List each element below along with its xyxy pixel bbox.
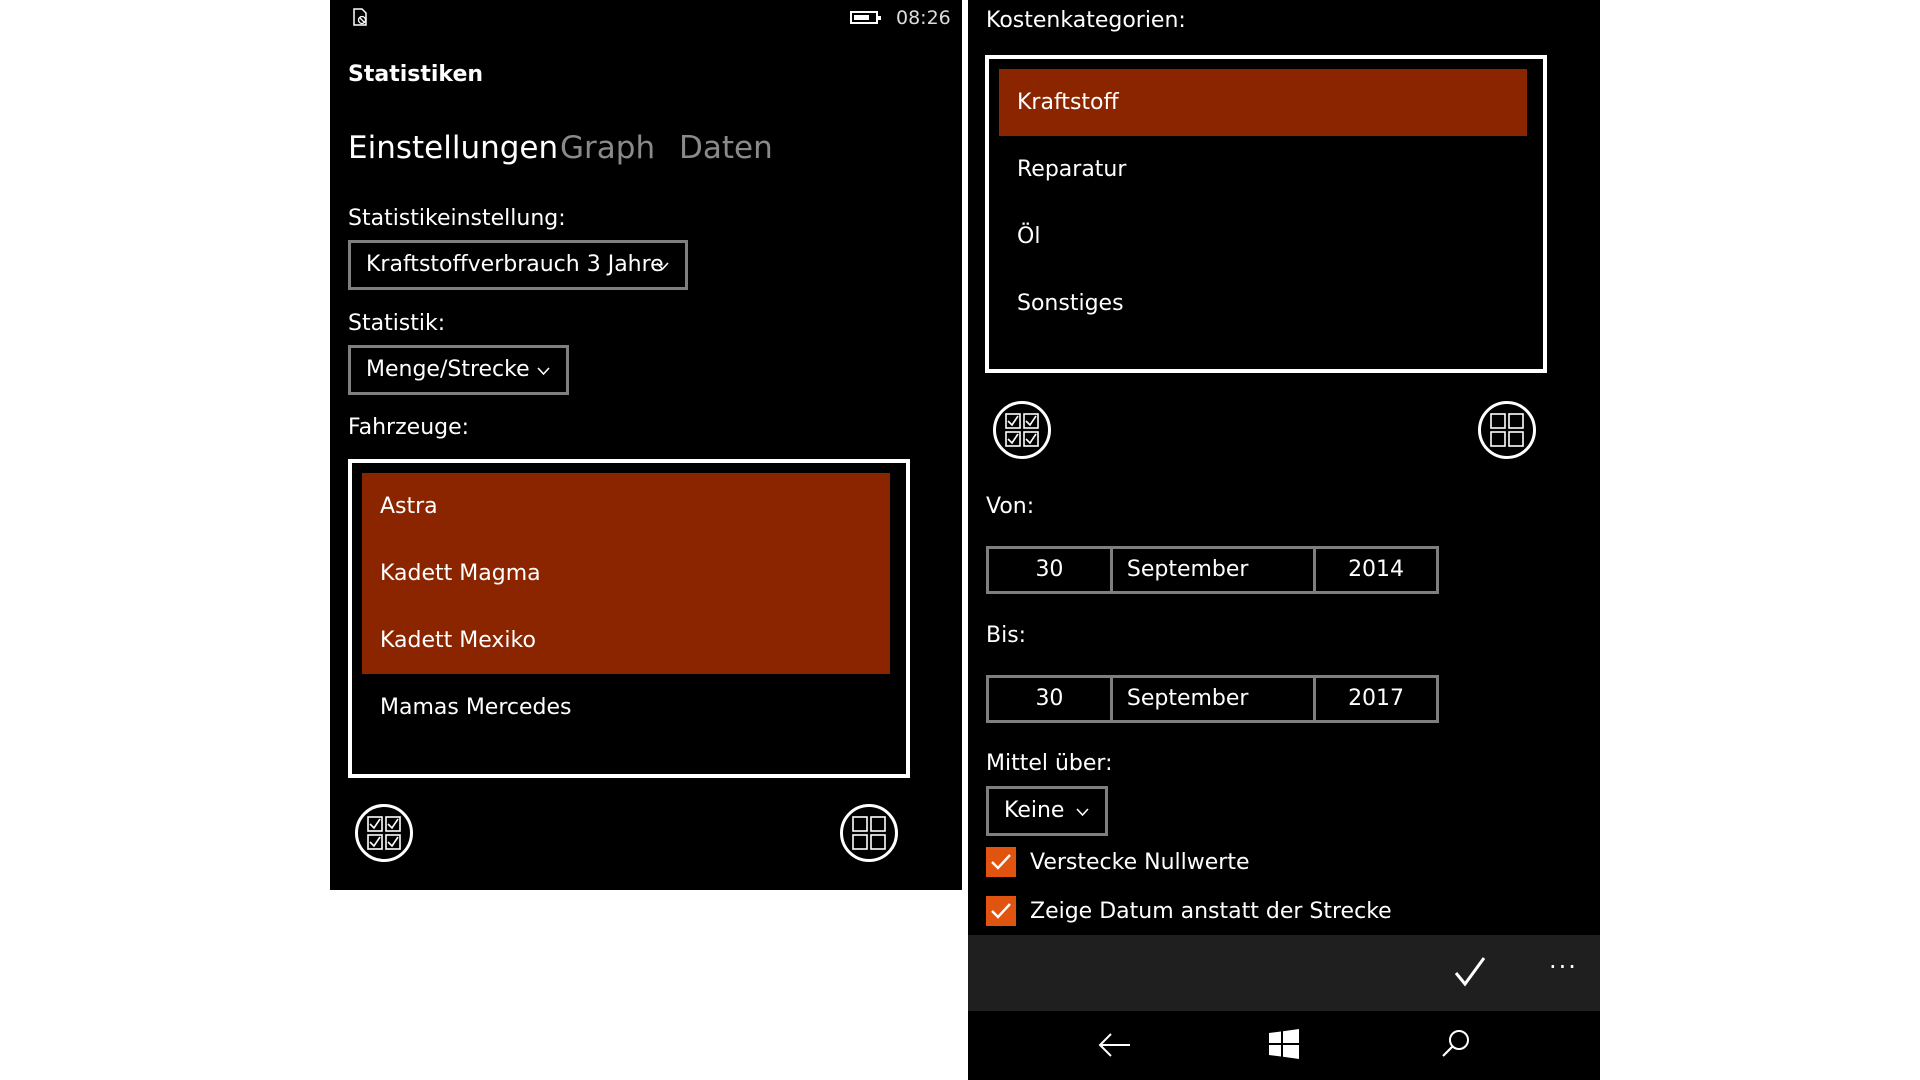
right-screen: Kostenkategorien: Kraftstoff Reparatur Ö… — [968, 0, 1600, 1080]
settings-label: Statistikeinstellung: — [348, 206, 566, 231]
back-icon[interactable] — [1098, 1032, 1132, 1058]
select-all-icon — [367, 816, 401, 850]
clock: 08:26 — [896, 7, 951, 29]
average-dropdown-value: Keine — [1004, 798, 1065, 823]
search-icon[interactable] — [1440, 1028, 1472, 1060]
stat-dropdown-value: Menge/Strecke — [366, 357, 530, 382]
settings-dropdown-value: Kraftstoffverbrauch 3 Jahre — [366, 252, 664, 277]
list-item-kadett-mexiko[interactable]: Kadett Mexiko — [362, 607, 890, 674]
average-label: Mittel über: — [986, 751, 1113, 776]
to-day[interactable]: 30 — [989, 678, 1113, 720]
to-year[interactable]: 2017 — [1316, 678, 1436, 720]
left-screen: 08:26 Statistiken Einstellungen Graph Da… — [330, 0, 962, 890]
show-date-label: Zeige Datum anstatt der Strecke — [1030, 898, 1392, 924]
vehicles-list: Astra Kadett Magma Kadett Mexiko Mamas M… — [348, 459, 910, 778]
list-item-sonstiges[interactable]: Sonstiges — [999, 270, 1527, 337]
from-year[interactable]: 2014 — [1316, 549, 1436, 591]
hide-zero-checkbox[interactable] — [986, 847, 1016, 877]
list-item-reparatur[interactable]: Reparatur — [999, 136, 1527, 203]
chevron-down-icon — [656, 262, 669, 271]
settings-dropdown[interactable]: Kraftstoffverbrauch 3 Jahre — [348, 240, 688, 290]
hide-zero-label: Verstecke Nullwerte — [1030, 849, 1250, 875]
list-item-oel[interactable]: Öl — [999, 203, 1527, 270]
list-item-kadett-magma[interactable]: Kadett Magma — [362, 540, 890, 607]
chevron-down-icon — [1076, 808, 1089, 817]
grid-icon — [1490, 413, 1524, 447]
more-icon[interactable]: ··· — [1549, 953, 1578, 981]
select-all-icon — [1005, 413, 1039, 447]
from-date-picker[interactable]: 30 September 2014 — [986, 546, 1439, 594]
select-all-button[interactable] — [355, 804, 413, 862]
vehicles-label: Fahrzeuge: — [348, 415, 470, 440]
list-item-mamas-mercedes[interactable]: Mamas Mercedes — [362, 674, 890, 741]
select-none-button[interactable] — [1478, 401, 1536, 459]
sim-icon — [353, 8, 367, 26]
to-month[interactable]: September — [1113, 678, 1317, 720]
from-day[interactable]: 30 — [989, 549, 1113, 591]
tab-graph[interactable]: Graph — [560, 130, 655, 166]
windows-icon[interactable] — [1269, 1029, 1299, 1059]
categories-list: Kraftstoff Reparatur Öl Sonstiges — [985, 55, 1547, 373]
stat-label: Statistik: — [348, 311, 446, 336]
to-date-picker[interactable]: 30 September 2017 — [986, 675, 1439, 723]
checkmark-icon — [991, 854, 1011, 870]
show-date-checkbox-row[interactable]: Zeige Datum anstatt der Strecke — [986, 895, 1392, 927]
hide-zero-checkbox-row[interactable]: Verstecke Nullwerte — [986, 846, 1249, 878]
list-item-astra[interactable]: Astra — [362, 473, 890, 540]
show-date-checkbox[interactable] — [986, 896, 1016, 926]
categories-label: Kostenkategorien: — [986, 8, 1186, 33]
to-label: Bis: — [986, 623, 1027, 648]
tab-daten[interactable]: Daten — [679, 130, 773, 166]
list-item-kraftstoff[interactable]: Kraftstoff — [999, 69, 1527, 136]
app-bar: ··· — [968, 935, 1600, 1011]
from-month[interactable]: September — [1113, 549, 1317, 591]
select-none-button[interactable] — [840, 804, 898, 862]
stat-dropdown[interactable]: Menge/Strecke — [348, 345, 569, 395]
tab-einstellungen[interactable]: Einstellungen — [348, 130, 558, 166]
from-label: Von: — [986, 494, 1035, 519]
checkmark-icon — [991, 903, 1011, 919]
app-title: Statistiken — [348, 62, 484, 87]
battery-icon — [850, 11, 881, 24]
grid-icon — [852, 816, 886, 850]
checkmark-icon[interactable] — [1453, 955, 1487, 989]
nav-bar — [968, 1011, 1600, 1080]
average-dropdown[interactable]: Keine — [986, 786, 1108, 836]
select-all-button[interactable] — [993, 401, 1051, 459]
chevron-down-icon — [537, 367, 550, 376]
